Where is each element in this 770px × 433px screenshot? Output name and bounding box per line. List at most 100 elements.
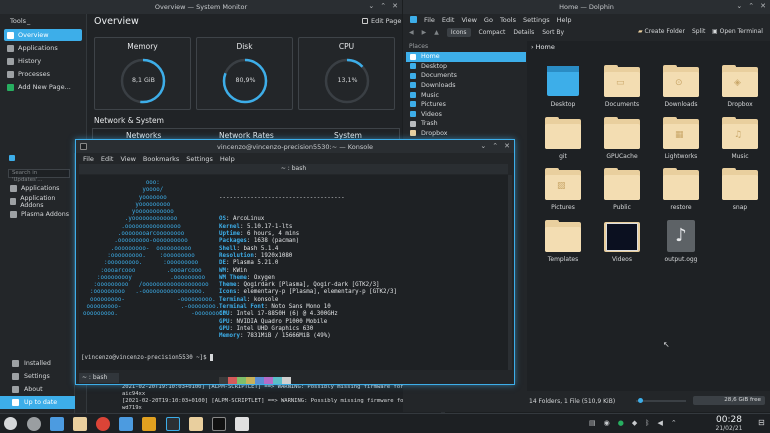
- place-dropbox[interactable]: Dropbox: [406, 129, 526, 139]
- place-videos[interactable]: Videos: [406, 110, 526, 120]
- terminal-scrollbar[interactable]: [508, 175, 512, 370]
- zoom-slider[interactable]: [636, 398, 686, 403]
- maximize-icon[interactable]: ⌃: [492, 142, 498, 150]
- konsole-bottom-tab[interactable]: ~ : bash: [79, 373, 119, 383]
- file-item-git[interactable]: git: [540, 117, 586, 173]
- menu-tools[interactable]: Tools: [500, 16, 516, 24]
- clock[interactable]: 00:28 21/02/21: [712, 415, 746, 432]
- place-pictures[interactable]: Pictures: [406, 100, 526, 110]
- file-item-music[interactable]: ♫ Music: [717, 117, 763, 173]
- minimize-icon[interactable]: ⌄: [736, 2, 742, 10]
- konsole-titlebar[interactable]: vincenzo@vincenzo-precision5530:~ — Kons…: [76, 140, 514, 153]
- close-icon[interactable]: ✕: [760, 2, 766, 10]
- updates-nav-item[interactable]: Settings: [0, 370, 75, 383]
- updates-category-item[interactable]: Application Addons: [0, 195, 74, 209]
- dolphin-task-icon[interactable]: [189, 417, 203, 431]
- file-item-dropbox[interactable]: ◈ Dropbox: [717, 65, 763, 121]
- folder-icon[interactable]: [73, 417, 87, 431]
- app-launcher-icon[interactable]: [4, 417, 17, 430]
- file-item-restore[interactable]: restore: [658, 168, 704, 224]
- sidebar-item-overview[interactable]: Overview: [4, 29, 82, 41]
- sort-by-button[interactable]: Sort By: [542, 29, 564, 36]
- file-item-pictures[interactable]: ▨ Pictures: [540, 168, 586, 224]
- tools-menu[interactable]: Tools _: [0, 14, 86, 28]
- konsole-menu-help[interactable]: Help: [220, 155, 235, 163]
- file-item-output-ogg[interactable]: ♪ output.ogg: [658, 220, 704, 276]
- open-terminal-button[interactable]: ▣ Open Terminal: [712, 28, 763, 35]
- search-input[interactable]: Search in 'Updates'...: [8, 169, 70, 183]
- tray-expand-icon[interactable]: ⌃: [671, 419, 677, 427]
- menu-edit[interactable]: Edit: [442, 16, 455, 24]
- place-documents[interactable]: Documents: [406, 71, 526, 81]
- card-disk[interactable]: Disk 80,9%: [196, 37, 293, 110]
- card-memory[interactable]: Memory 8,1 GiB: [94, 37, 191, 110]
- forward-icon[interactable]: ▶: [422, 29, 427, 36]
- sidebar-item-applications[interactable]: Applications: [4, 42, 82, 54]
- discover-task-icon[interactable]: [235, 417, 249, 431]
- konsole-menu-view[interactable]: View: [120, 155, 135, 163]
- card-cpu[interactable]: CPU 13,1%: [298, 37, 395, 110]
- store-icon[interactable]: [119, 417, 133, 431]
- file-item-downloads[interactable]: ⊙ Downloads: [658, 65, 704, 121]
- place-home[interactable]: Home: [406, 52, 526, 62]
- file-item-videos[interactable]: Videos: [599, 220, 645, 276]
- sysmon-titlebar[interactable]: Overview — System Monitor ⌄ ⌃ ✕: [0, 0, 402, 14]
- split-button[interactable]: Split: [692, 28, 705, 35]
- details-view-button[interactable]: Details: [513, 29, 534, 36]
- back-icon[interactable]: ◀: [409, 29, 414, 36]
- minimize-icon[interactable]: ⌄: [368, 2, 374, 10]
- konsole-menu-edit[interactable]: Edit: [101, 155, 114, 163]
- settings-icon[interactable]: [27, 417, 41, 431]
- menu-help[interactable]: Help: [557, 16, 572, 24]
- sidebar-item-processes[interactable]: Processes: [4, 68, 82, 80]
- app-icon[interactable]: [142, 417, 156, 431]
- konsole-task-icon[interactable]: [212, 417, 226, 431]
- dolphin-titlebar[interactable]: Home — Dolphin ⌄ ⌃ ✕: [403, 0, 770, 14]
- chrome-icon[interactable]: [96, 417, 110, 431]
- minimize-icon[interactable]: ⌄: [480, 142, 486, 150]
- maximize-icon[interactable]: ⌃: [380, 2, 386, 10]
- maximize-icon[interactable]: ⌃: [748, 2, 754, 10]
- menu-go[interactable]: Go: [484, 16, 493, 24]
- zoom-slider-handle[interactable]: [638, 398, 643, 403]
- file-item-gpucache[interactable]: GPUCache: [599, 117, 645, 173]
- dropbox-icon[interactable]: ◆: [632, 419, 637, 427]
- updates-nav-item[interactable]: About: [0, 383, 75, 396]
- updates-nav-item[interactable]: Installed: [0, 357, 75, 370]
- sysmon-task-icon[interactable]: [166, 417, 180, 431]
- clipboard-icon[interactable]: ▤: [589, 419, 596, 427]
- pager-icon[interactable]: [50, 417, 64, 431]
- place-trash[interactable]: Trash: [406, 119, 526, 129]
- place-desktop[interactable]: Desktop: [406, 62, 526, 72]
- compact-view-button[interactable]: Compact: [479, 29, 506, 36]
- create-folder-button[interactable]: ▰ Create Folder: [638, 28, 685, 35]
- file-item-lightworks[interactable]: ▦ Lightworks: [658, 117, 704, 173]
- bluetooth-icon[interactable]: ᛒ: [645, 419, 649, 427]
- place-music[interactable]: Music: [406, 90, 526, 100]
- menu-view[interactable]: View: [461, 16, 476, 24]
- file-item-desktop[interactable]: Desktop: [540, 65, 586, 121]
- file-item-documents[interactable]: ▭ Documents: [599, 65, 645, 121]
- menu-file[interactable]: File: [424, 16, 435, 24]
- terminal-area[interactable]: ooo: yoooo/ yooooooo yooooooooo yooooooo…: [79, 175, 512, 384]
- konsole-menu-file[interactable]: File: [83, 155, 94, 163]
- network-icon[interactable]: ◉: [604, 419, 610, 427]
- updates-nav-item[interactable]: Up to date: [0, 396, 75, 409]
- konsole-menu-settings[interactable]: Settings: [186, 155, 213, 163]
- konsole-tab-header[interactable]: ~ : bash: [79, 164, 508, 174]
- file-item-templates[interactable]: Templates: [540, 220, 586, 276]
- icons-view-button[interactable]: Icons: [446, 27, 471, 37]
- close-icon[interactable]: ✕: [392, 2, 398, 10]
- updates-category-item[interactable]: Plasma Addons: [0, 208, 74, 221]
- place-downloads[interactable]: Downloads: [406, 81, 526, 91]
- update-icon[interactable]: ●: [618, 419, 624, 427]
- show-desktop-icon[interactable]: ⊟: [758, 418, 765, 427]
- up-icon[interactable]: ▲: [434, 29, 439, 36]
- konsole-menu-bookmarks[interactable]: Bookmarks: [143, 155, 179, 163]
- breadcrumb[interactable]: › Home: [527, 41, 770, 52]
- volume-icon[interactable]: ◀: [657, 419, 662, 427]
- sidebar-item-add-new-page-[interactable]: Add New Page...: [4, 81, 82, 93]
- menu-settings[interactable]: Settings: [523, 16, 550, 24]
- sidebar-item-history[interactable]: History: [4, 55, 82, 67]
- file-item-snap[interactable]: snap: [717, 168, 763, 224]
